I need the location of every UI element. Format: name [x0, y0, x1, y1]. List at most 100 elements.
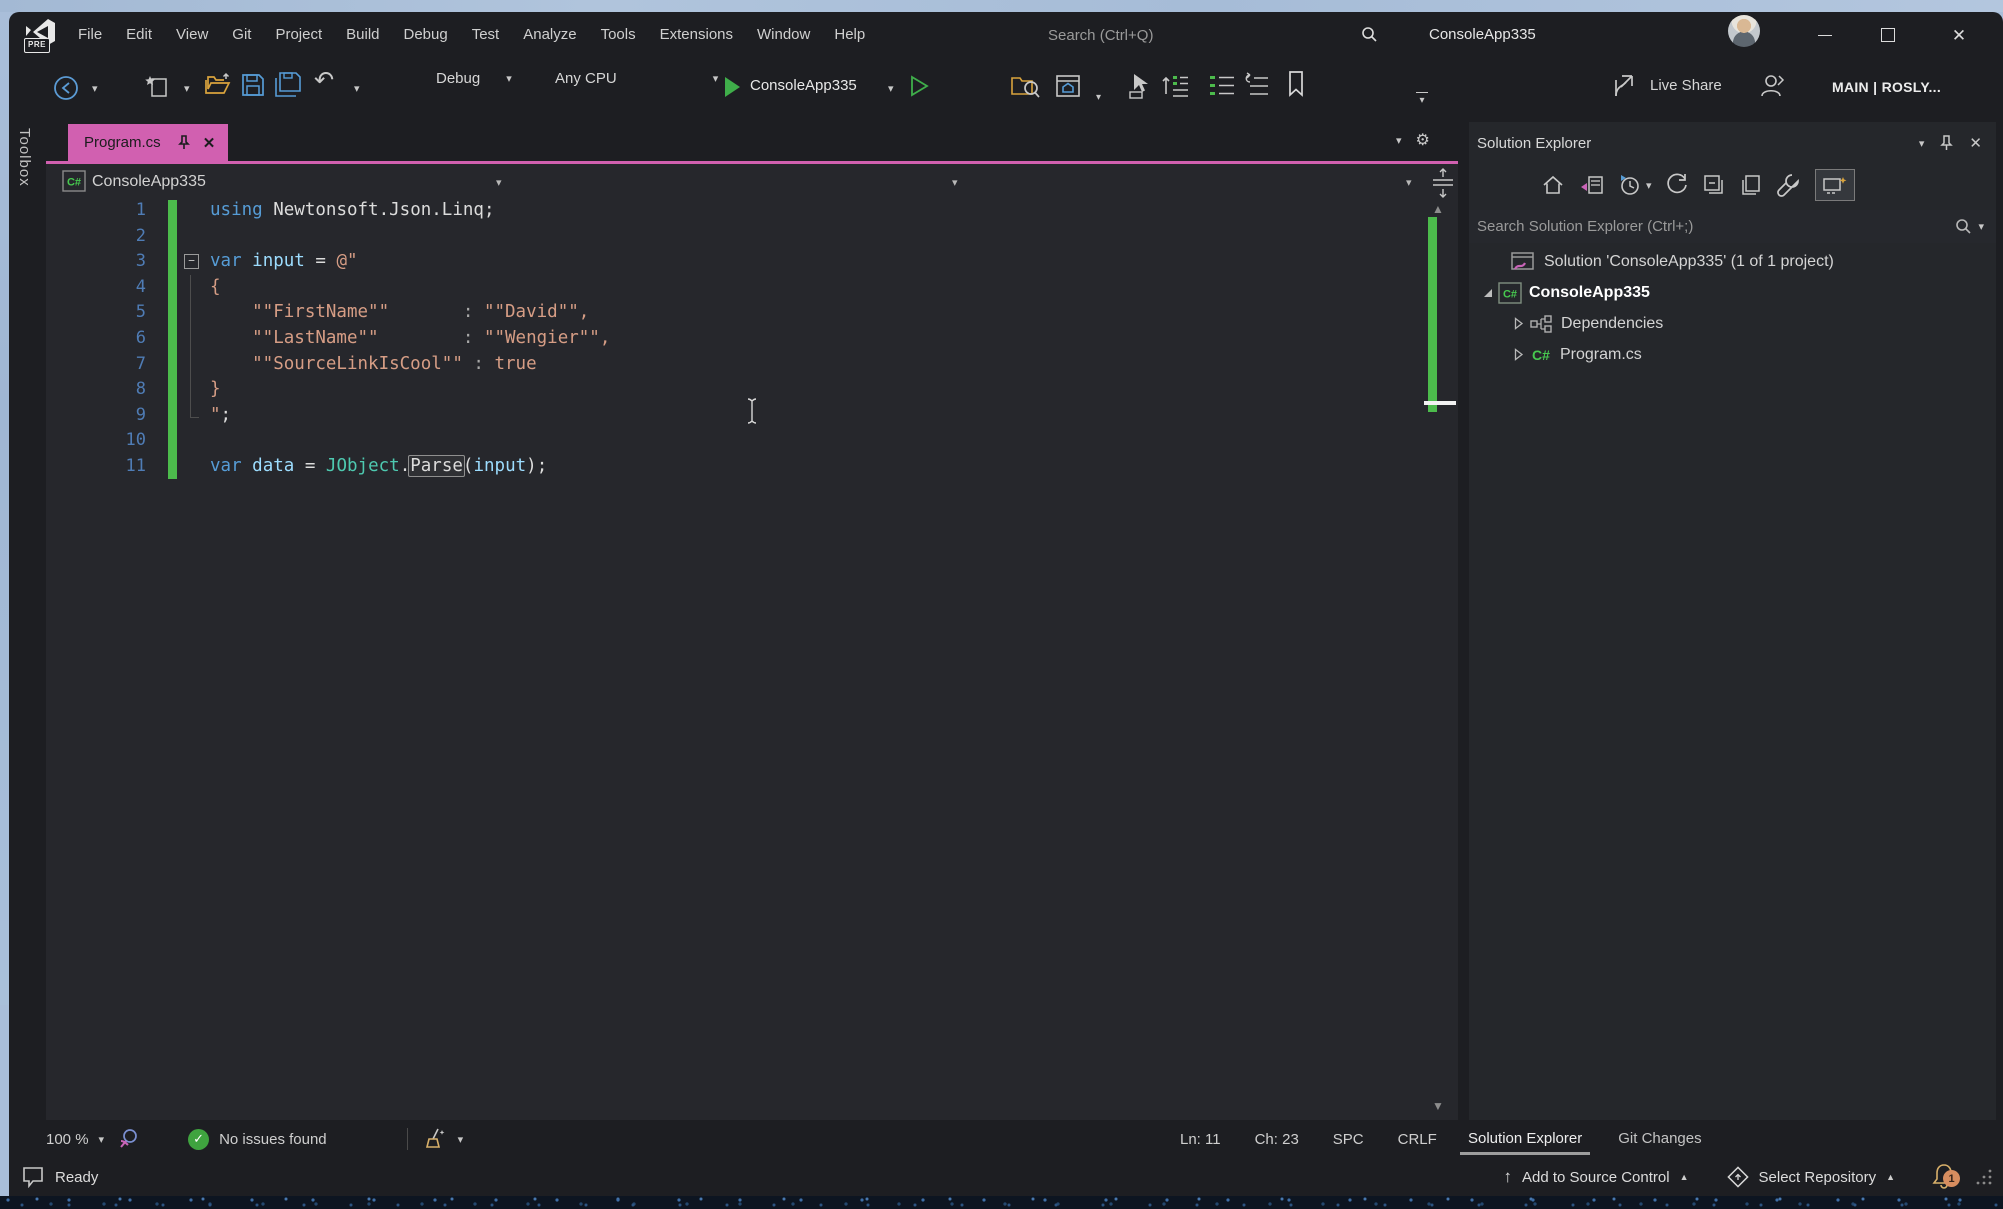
code-text[interactable]: { — [210, 275, 1416, 301]
tree-expander-icon[interactable] — [1478, 288, 1498, 298]
close-button[interactable]: ✕ — [1935, 12, 1983, 58]
menu-item-git[interactable]: Git — [220, 12, 263, 58]
code-line-9[interactable]: 9 "; — [46, 402, 1416, 429]
new-project-dropdown[interactable]: ▾ — [184, 82, 190, 95]
menu-item-build[interactable]: Build — [334, 12, 391, 58]
zoom-level[interactable]: 100 % — [46, 1131, 89, 1148]
start-without-debug-icon[interactable] — [908, 74, 930, 98]
code-text[interactable]: var input = @" — [210, 249, 1416, 275]
health-check-icon[interactable]: ✓ — [188, 1128, 210, 1150]
minimize-button[interactable] — [1801, 12, 1849, 58]
breadcrumb-type-dropdown[interactable]: ▾ — [952, 176, 958, 189]
live-share-icon[interactable] — [1612, 72, 1642, 100]
save-button[interactable] — [240, 72, 266, 98]
show-all-files-icon[interactable] — [1739, 173, 1763, 197]
code-line-7[interactable]: 7 ""SourceLinkIsCool"" : true — [46, 351, 1416, 378]
code-line-10[interactable]: 10 — [46, 428, 1416, 454]
collapse-all-icon[interactable] — [1702, 173, 1726, 197]
swap-code-icon[interactable] — [1160, 72, 1190, 100]
fold-gutter[interactable]: − — [182, 249, 210, 275]
live-share-label[interactable]: Live Share — [1650, 77, 1722, 94]
branch-status-label[interactable]: MAIN | ROSLY... — [1832, 79, 1941, 95]
switch-views-icon[interactable] — [1578, 173, 1604, 197]
code-cleanup-dropdown[interactable]: ▾ — [458, 1133, 464, 1146]
document-tab-programcs[interactable]: Program.cs ✕ — [68, 124, 228, 161]
startup-project-label[interactable]: ConsoleApp335 — [750, 77, 857, 94]
issues-label[interactable]: No issues found — [219, 1131, 327, 1148]
menu-item-view[interactable]: View — [164, 12, 220, 58]
find-in-files-icon[interactable] — [1010, 72, 1040, 100]
solution-explorer-header[interactable]: Solution Explorer ▾ ✕ — [1469, 126, 1996, 160]
add-user-icon[interactable] — [1758, 72, 1786, 100]
code-cleanup-broom-icon[interactable] — [424, 1127, 448, 1151]
menu-item-tools[interactable]: Tools — [589, 12, 648, 58]
menu-item-project[interactable]: Project — [263, 12, 334, 58]
solution-explorer-search[interactable]: Search Solution Explorer (Ctrl+;) ▾ — [1469, 210, 1996, 243]
line-number[interactable]: 4 — [46, 275, 146, 301]
line-number[interactable]: 1 — [46, 198, 146, 224]
indent-lines-icon[interactable] — [1208, 72, 1236, 100]
menu-item-extensions[interactable]: Extensions — [648, 12, 745, 58]
panel-tab-solution-explorer[interactable]: Solution Explorer — [1459, 1122, 1591, 1157]
spaces-indicator[interactable]: SPC — [1333, 1131, 1364, 1148]
start-debug-icon[interactable] — [725, 77, 740, 97]
open-file-button[interactable] — [204, 72, 232, 98]
scrollbar-up-icon[interactable]: ▲ — [1432, 203, 1444, 215]
code-text[interactable] — [210, 224, 1416, 250]
line-ending-indicator[interactable]: CRLF — [1398, 1131, 1437, 1148]
line-number[interactable]: 5 — [46, 300, 146, 326]
undo-dropdown[interactable]: ▾ — [354, 82, 360, 95]
line-number[interactable]: 3 — [46, 249, 146, 275]
home-icon[interactable] — [1541, 173, 1565, 197]
code-line-8[interactable]: 8} — [46, 377, 1416, 403]
new-project-button[interactable] — [144, 72, 170, 100]
search-icon[interactable] — [1360, 26, 1378, 44]
global-search[interactable]: Search (Ctrl+Q) — [1048, 12, 1378, 58]
line-number[interactable]: 7 — [46, 352, 146, 378]
toolbox-autohide-tab[interactable]: Toolbox — [16, 128, 33, 187]
menu-item-analyze[interactable]: Analyze — [511, 12, 588, 58]
close-panel-icon[interactable]: ✕ — [1969, 134, 1982, 152]
line-number[interactable]: 9 — [46, 403, 146, 429]
menu-item-test[interactable]: Test — [460, 12, 512, 58]
code-line-1[interactable]: 1 using Newtonsoft.Json.Linq; — [46, 198, 1416, 224]
tree-expander-icon[interactable] — [1509, 348, 1529, 361]
line-number[interactable]: 10 — [46, 428, 146, 454]
go-to-cursor-icon[interactable] — [1126, 72, 1154, 100]
split-window-handle[interactable] — [1430, 168, 1456, 198]
properties-wrench-icon[interactable] — [1776, 172, 1802, 198]
home-window-icon[interactable] — [1054, 72, 1082, 100]
feedback-bubble-icon[interactable] — [21, 1166, 45, 1188]
tree-expander-icon[interactable] — [1509, 317, 1529, 330]
pending-changes-filter-button[interactable]: ▾ — [1617, 173, 1652, 197]
toolbar-overflow-button[interactable]: ▾ — [1416, 92, 1428, 106]
bookmark-icon[interactable] — [1286, 70, 1306, 98]
preview-selected-items-button[interactable] — [1814, 169, 1855, 201]
select-repository-button[interactable]: Select Repository — [1759, 1169, 1877, 1186]
code-text[interactable]: var data = JObject.Parse(input); — [210, 454, 1416, 480]
zoom-dropdown[interactable]: ▾ — [99, 1133, 105, 1146]
color-preview-magnifier-icon[interactable] — [118, 1128, 140, 1150]
editor-settings-gear-icon[interactable]: ⚙ — [1416, 130, 1430, 150]
menu-item-help[interactable]: Help — [822, 12, 877, 58]
navigate-back-button[interactable] — [50, 72, 82, 104]
tree-item-solution-consoleapp335-1-of-1-[interactable]: Solution 'ConsoleApp335' (1 of 1 project… — [1469, 246, 1996, 277]
se-search-dropdown[interactable]: ▾ — [1978, 220, 1984, 233]
tree-item-dependencies[interactable]: Dependencies — [1469, 308, 1996, 339]
menu-item-debug[interactable]: Debug — [392, 12, 460, 58]
column-indicator[interactable]: Ch: 23 — [1255, 1131, 1299, 1148]
line-number[interactable]: 11 — [46, 454, 146, 480]
close-tab-icon[interactable]: ✕ — [203, 134, 216, 152]
breadcrumb-project[interactable]: ConsoleApp335 — [92, 173, 206, 191]
code-line-4[interactable]: 4{ — [46, 274, 1416, 301]
save-all-button[interactable] — [272, 72, 302, 98]
code-line-5[interactable]: 5 ""FirstName"" : ""David"", — [46, 300, 1416, 326]
line-indicator[interactable]: Ln: 11 — [1180, 1131, 1221, 1148]
code-line-2[interactable]: 2 — [46, 224, 1416, 250]
code-text[interactable]: ""FirstName"" : ""David"", — [210, 300, 1416, 326]
code-text[interactable]: ""SourceLinkIsCool"" : true — [210, 352, 1416, 378]
line-number[interactable]: 2 — [46, 224, 146, 250]
undo-icon[interactable]: ↶ — [314, 66, 334, 95]
tree-item-consoleapp335[interactable]: C# ConsoleApp335 — [1469, 277, 1996, 308]
menu-item-edit[interactable]: Edit — [114, 12, 164, 58]
